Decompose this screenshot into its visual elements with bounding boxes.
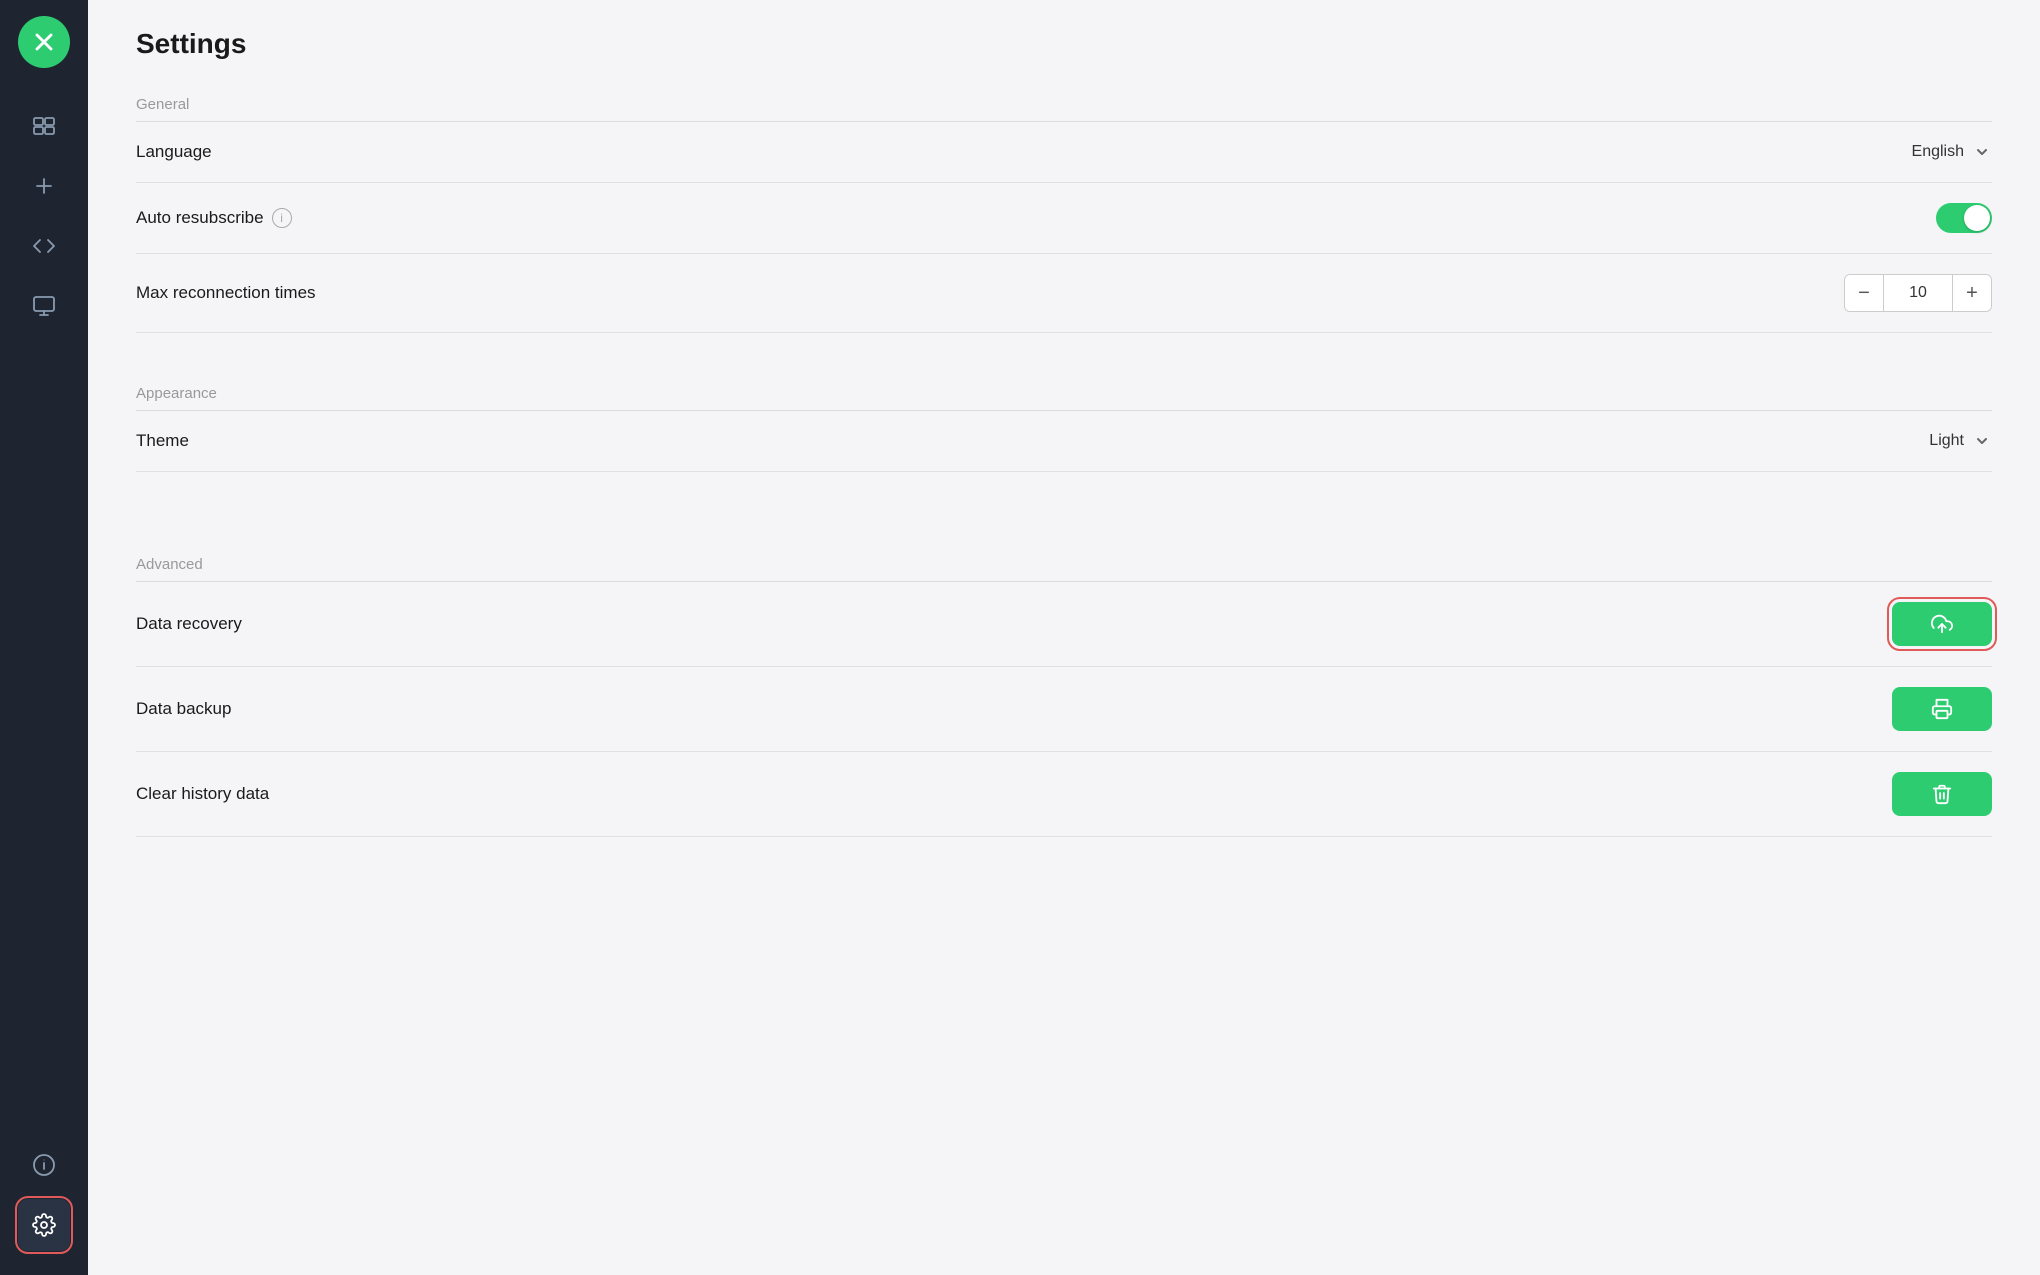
data-backup-button[interactable]	[1892, 687, 1992, 731]
spacer-1	[136, 333, 1992, 365]
info-icon	[32, 1153, 56, 1177]
data-recovery-label: Data recovery	[136, 614, 242, 634]
sidebar	[0, 0, 88, 1275]
language-label: Language	[136, 142, 212, 162]
auto-resubscribe-row: Auto resubscribe i	[136, 183, 1992, 254]
sidebar-bottom	[18, 1139, 70, 1251]
auto-resubscribe-label: Auto resubscribe i	[136, 208, 292, 228]
data-recovery-row: Data recovery	[136, 582, 1992, 667]
sidebar-item-monitor[interactable]	[18, 280, 70, 332]
max-reconnection-label: Max reconnection times	[136, 283, 316, 303]
stepper-decrement[interactable]: −	[1845, 275, 1883, 311]
max-reconnection-row: Max reconnection times − 10 +	[136, 254, 1992, 333]
sidebar-item-settings[interactable]	[18, 1199, 70, 1251]
data-recovery-button[interactable]	[1892, 602, 1992, 646]
stepper-value: 10	[1883, 275, 1953, 311]
page-title: Settings	[136, 28, 1992, 60]
chevron-down-icon	[1972, 142, 1992, 162]
sidebar-nav	[18, 100, 70, 1139]
clear-history-button[interactable]	[1892, 772, 1992, 816]
sidebar-item-info[interactable]	[18, 1139, 70, 1191]
spacer-3	[136, 504, 1992, 536]
language-dropdown[interactable]: English	[1912, 142, 1992, 162]
data-backup-row: Data backup	[136, 667, 1992, 752]
sidebar-item-code[interactable]	[18, 220, 70, 272]
general-section-label: General	[136, 76, 1992, 121]
main-content: Settings General Language English Auto r…	[88, 0, 2040, 1275]
theme-value: Light	[1929, 432, 1964, 450]
print-icon	[1931, 698, 1953, 720]
language-row: Language English	[136, 122, 1992, 183]
advanced-section-label: Advanced	[136, 536, 1992, 581]
theme-row: Theme Light	[136, 411, 1992, 472]
theme-dropdown[interactable]: Light	[1929, 431, 1992, 451]
content-area: General Language English Auto resubscrib…	[88, 76, 2040, 1275]
data-backup-label: Data backup	[136, 699, 231, 719]
auto-resubscribe-info-icon[interactable]: i	[272, 208, 292, 228]
spacer-2	[136, 472, 1992, 504]
clear-history-label: Clear history data	[136, 784, 269, 804]
page-header: Settings	[88, 0, 2040, 76]
stepper-increment[interactable]: +	[1953, 275, 1991, 311]
app-logo[interactable]	[18, 16, 70, 68]
code-icon	[32, 234, 56, 258]
upload-icon	[1931, 613, 1953, 635]
screens-icon	[32, 114, 56, 138]
monitor-icon	[32, 294, 56, 318]
language-value: English	[1912, 143, 1964, 161]
theme-chevron-down-icon	[1972, 431, 1992, 451]
appearance-section-label: Appearance	[136, 365, 1992, 410]
clear-history-row: Clear history data	[136, 752, 1992, 837]
toggle-knob	[1964, 205, 1990, 231]
theme-label: Theme	[136, 431, 189, 451]
auto-resubscribe-toggle[interactable]	[1936, 203, 1992, 233]
reconnection-stepper: − 10 +	[1844, 274, 1992, 312]
settings-icon	[32, 1213, 56, 1237]
add-icon	[32, 174, 56, 198]
trash-icon	[1931, 783, 1953, 805]
sidebar-item-screens[interactable]	[18, 100, 70, 152]
sidebar-item-add[interactable]	[18, 160, 70, 212]
logo-icon	[30, 28, 58, 56]
